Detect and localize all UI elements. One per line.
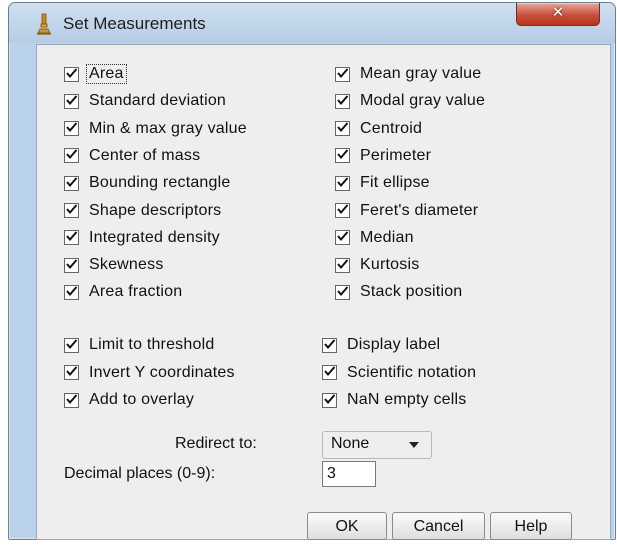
redirect-label: Redirect to: (175, 435, 257, 452)
checkbox-label: Shape descriptors (89, 201, 222, 219)
checkbox-label: Feret's diameter (360, 201, 479, 219)
check-icon[interactable] (335, 203, 350, 218)
checkbox-label: Area (86, 64, 127, 84)
check-icon[interactable] (322, 337, 337, 353)
dialog-content: Area Mean gray value Standard deviation Mod… (36, 44, 611, 540)
help-button[interactable]: Help (490, 512, 572, 540)
checkbox-measurements-5[interactable]: Centroid (335, 117, 422, 141)
checkbox-measurements-0[interactable]: Area (64, 62, 127, 86)
redirect-select[interactable]: None (322, 431, 432, 459)
close-icon: ✕ (551, 4, 565, 21)
ok-button[interactable]: OK (307, 512, 387, 540)
check-icon[interactable] (335, 230, 350, 246)
checkbox-label: Skewness (89, 256, 164, 274)
check-icon[interactable] (64, 66, 79, 82)
checkbox-label: Bounding rectangle (89, 174, 231, 192)
checkbox-measurements-9[interactable]: Fit ellipse (335, 171, 430, 195)
check-icon[interactable] (64, 203, 79, 218)
checkbox-measurements-17[interactable]: Stack position (335, 280, 462, 304)
checkbox-label: Invert Y coordinates (89, 363, 235, 381)
checkbox-options-3[interactable]: Scientific notation (322, 361, 476, 385)
checkbox-label: Standard deviation (89, 92, 227, 110)
checkbox-label: Mean gray value (360, 65, 482, 82)
check-icon[interactable] (64, 365, 79, 380)
checkbox-measurements-7[interactable]: Perimeter (335, 144, 431, 168)
check-icon[interactable] (64, 175, 79, 191)
checkbox-label: Integrated density (89, 228, 220, 246)
check-icon[interactable] (335, 257, 350, 273)
check-icon[interactable] (335, 148, 350, 164)
checkbox-label: Median (360, 228, 414, 246)
check-icon[interactable] (64, 337, 79, 353)
checkbox-measurements-14[interactable]: Skewness (64, 253, 164, 277)
decimal-places-input[interactable] (322, 461, 376, 487)
check-icon[interactable] (335, 66, 350, 82)
checkbox-measurements-11[interactable]: Feret's diameter (335, 199, 478, 223)
checkbox-label: Center of mass (89, 146, 201, 164)
checkbox-measurements-15[interactable]: Kurtosis (335, 253, 419, 277)
close-button[interactable]: ✕ (516, 3, 600, 26)
checkbox-options-0[interactable]: Limit to threshold (64, 333, 214, 357)
checkbox-label: Modal gray value (360, 92, 486, 110)
decimal-places-label: Decimal places (0-9): (64, 465, 216, 482)
window-title: Set Measurements (63, 14, 206, 33)
chevron-down-icon (409, 442, 419, 448)
check-icon[interactable] (64, 93, 79, 109)
checkbox-measurements-16[interactable]: Area fraction (64, 280, 182, 304)
check-icon[interactable] (335, 121, 350, 137)
checkbox-measurements-4[interactable]: Min & max gray value (64, 117, 247, 141)
check-icon[interactable] (322, 365, 337, 380)
check-icon[interactable] (64, 257, 79, 273)
checkbox-label: Kurtosis (360, 256, 420, 274)
check-icon[interactable] (335, 175, 350, 191)
checkbox-measurements-8[interactable]: Bounding rectangle (64, 171, 230, 195)
checkbox-label: Min & max gray value (89, 119, 247, 137)
checkbox-measurements-6[interactable]: Center of mass (64, 144, 200, 168)
checkbox-label: Perimeter (360, 146, 432, 164)
checkbox-measurements-12[interactable]: Integrated density (64, 226, 220, 250)
checkbox-label: Display label (347, 336, 441, 353)
title-bar[interactable]: Set Measurements ✕ (9, 3, 615, 43)
checkbox-measurements-13[interactable]: Median (335, 226, 414, 250)
check-icon[interactable] (64, 230, 79, 246)
checkbox-label: Fit ellipse (360, 174, 430, 192)
check-icon[interactable] (64, 148, 79, 164)
checkbox-measurements-1[interactable]: Mean gray value (335, 62, 481, 86)
check-icon[interactable] (335, 93, 350, 109)
check-icon[interactable] (335, 284, 350, 300)
checkbox-label: Area fraction (89, 283, 183, 301)
checkbox-measurements-3[interactable]: Modal gray value (335, 89, 485, 113)
checkbox-options-1[interactable]: Display label (322, 333, 440, 357)
checkbox-label: Add to overlay (89, 391, 195, 408)
checkbox-options-5[interactable]: NaN empty cells (322, 388, 466, 412)
checkbox-label: Stack position (360, 283, 463, 301)
check-icon[interactable] (64, 121, 79, 137)
checkbox-label: Scientific notation (347, 363, 477, 381)
checkbox-label: Centroid (360, 119, 423, 137)
checkbox-measurements-2[interactable]: Standard deviation (64, 89, 226, 113)
checkbox-options-4[interactable]: Add to overlay (64, 388, 194, 412)
set-measurements-dialog: Set Measurements ✕ Area Mean gray value St… (8, 2, 616, 540)
cancel-button[interactable]: Cancel (392, 512, 485, 540)
check-icon[interactable] (64, 392, 79, 408)
checkbox-measurements-10[interactable]: Shape descriptors (64, 199, 221, 223)
checkbox-options-2[interactable]: Invert Y coordinates (64, 361, 235, 385)
imagej-microscope-icon (37, 13, 51, 35)
check-icon[interactable] (322, 392, 337, 408)
redirect-select-value: None (331, 435, 370, 452)
checkbox-label: Limit to threshold (89, 336, 215, 353)
check-icon[interactable] (64, 284, 79, 300)
checkbox-label: NaN empty cells (347, 391, 467, 408)
